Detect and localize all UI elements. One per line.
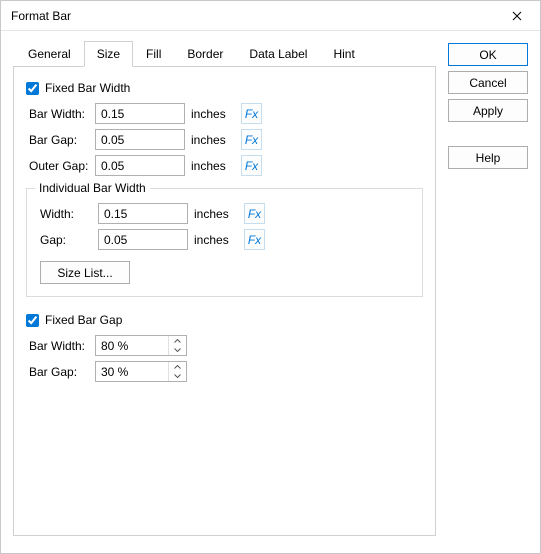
- bar-gap-label: Bar Gap:: [29, 133, 89, 147]
- pct-bar-gap-down[interactable]: [169, 372, 186, 382]
- bar-width-row: Bar Width: inches Fx: [26, 103, 423, 124]
- bar-gap-fx-button[interactable]: Fx: [241, 129, 262, 150]
- bar-width-label: Bar Width:: [29, 107, 89, 121]
- bar-gap-input[interactable]: [95, 129, 185, 150]
- pct-bar-width-up[interactable]: [169, 336, 186, 346]
- individual-gap-input[interactable]: [98, 229, 188, 250]
- pct-bar-width-input[interactable]: [96, 336, 168, 355]
- individual-width-label: Width:: [40, 207, 92, 221]
- help-button[interactable]: Help: [448, 146, 528, 169]
- individual-group-title: Individual Bar Width: [35, 181, 150, 195]
- individual-width-row: Width: inches Fx: [37, 203, 412, 224]
- pct-bar-width-row: Bar Width:: [26, 335, 423, 356]
- pct-bar-width-arrows: [168, 336, 186, 355]
- individual-gap-unit: inches: [194, 233, 238, 247]
- fixed-bar-gap-checkbox[interactable]: [26, 314, 39, 327]
- ok-button[interactable]: OK: [448, 43, 528, 66]
- tab-panel-size: Fixed Bar Width Bar Width: inches Fx Bar…: [13, 66, 436, 536]
- fixed-bar-width-row: Fixed Bar Width: [26, 81, 423, 95]
- outer-gap-label: Outer Gap:: [29, 159, 89, 173]
- cancel-button[interactable]: Cancel: [448, 71, 528, 94]
- tab-size[interactable]: Size: [84, 41, 133, 67]
- tabs: General Size Fill Border Data Label Hint: [13, 41, 436, 67]
- fixed-bar-gap-row: Fixed Bar Gap: [26, 313, 423, 327]
- size-list-button[interactable]: Size List...: [40, 261, 130, 284]
- individual-width-unit: inches: [194, 207, 238, 221]
- titlebar: Format Bar: [1, 1, 540, 31]
- pct-bar-width-down[interactable]: [169, 346, 186, 356]
- tab-fill[interactable]: Fill: [133, 41, 174, 67]
- dialog-title: Format Bar: [11, 9, 71, 23]
- button-spacer: [448, 127, 528, 141]
- outer-gap-row: Outer Gap: inches Fx: [26, 155, 423, 176]
- individual-width-fx-button[interactable]: Fx: [244, 203, 265, 224]
- individual-bar-width-group: Individual Bar Width Width: inches Fx Ga…: [26, 188, 423, 297]
- left-pane: General Size Fill Border Data Label Hint…: [13, 41, 436, 536]
- pct-bar-gap-input[interactable]: [96, 362, 168, 381]
- close-button[interactable]: [502, 4, 532, 28]
- close-icon: [512, 11, 522, 21]
- chevron-up-icon: [174, 365, 181, 369]
- pct-bar-gap-spinner[interactable]: [95, 361, 187, 382]
- pct-bar-width-spinner[interactable]: [95, 335, 187, 356]
- fixed-bar-gap-label: Fixed Bar Gap: [45, 313, 122, 327]
- outer-gap-unit: inches: [191, 159, 235, 173]
- individual-gap-fx-button[interactable]: Fx: [244, 229, 265, 250]
- pct-bar-gap-arrows: [168, 362, 186, 381]
- pct-bar-width-label: Bar Width:: [29, 339, 89, 353]
- pct-bar-gap-row: Bar Gap:: [26, 361, 423, 382]
- tab-general[interactable]: General: [15, 41, 84, 67]
- bar-width-unit: inches: [191, 107, 235, 121]
- chevron-down-icon: [174, 374, 181, 378]
- right-pane: OK Cancel Apply Help: [448, 41, 528, 536]
- chevron-up-icon: [174, 339, 181, 343]
- tab-hint[interactable]: Hint: [320, 41, 367, 67]
- dialog-content: General Size Fill Border Data Label Hint…: [1, 31, 540, 548]
- fixed-bar-width-label: Fixed Bar Width: [45, 81, 130, 95]
- bar-gap-row: Bar Gap: inches Fx: [26, 129, 423, 150]
- pct-bar-gap-label: Bar Gap:: [29, 365, 89, 379]
- individual-gap-label: Gap:: [40, 233, 92, 247]
- apply-button[interactable]: Apply: [448, 99, 528, 122]
- bar-gap-unit: inches: [191, 133, 235, 147]
- pct-bar-gap-up[interactable]: [169, 362, 186, 372]
- individual-width-input[interactable]: [98, 203, 188, 224]
- bar-width-input[interactable]: [95, 103, 185, 124]
- outer-gap-input[interactable]: [95, 155, 185, 176]
- format-bar-dialog: Format Bar General Size Fill Border Data…: [0, 0, 541, 554]
- tab-data-label[interactable]: Data Label: [236, 41, 320, 67]
- chevron-down-icon: [174, 348, 181, 352]
- fixed-bar-width-checkbox[interactable]: [26, 82, 39, 95]
- outer-gap-fx-button[interactable]: Fx: [241, 155, 262, 176]
- tab-border[interactable]: Border: [174, 41, 236, 67]
- bar-width-fx-button[interactable]: Fx: [241, 103, 262, 124]
- individual-gap-row: Gap: inches Fx: [37, 229, 412, 250]
